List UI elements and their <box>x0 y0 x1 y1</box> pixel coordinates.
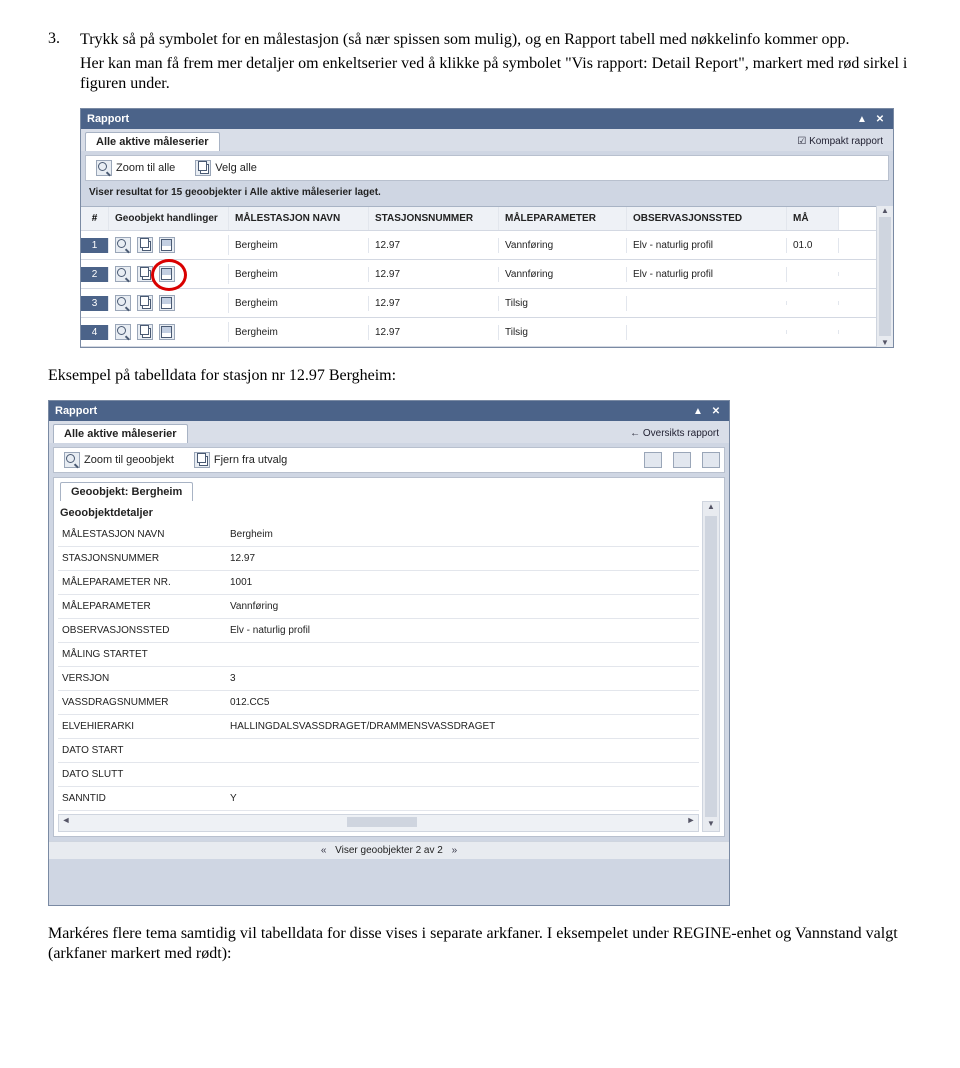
row-index: 1 <box>81 238 109 253</box>
red-circle-annotation <box>151 259 187 291</box>
row-actions <box>109 293 229 313</box>
scroll-thumb[interactable] <box>347 817 417 827</box>
collapse-icon[interactable]: ▲ <box>855 112 869 126</box>
pager-status: Viser geoobjekter 2 av 2 <box>335 845 443 856</box>
col-name[interactable]: MÅLESTASJON NAVN <box>229 207 369 230</box>
remove-icon <box>194 452 210 468</box>
table-row[interactable]: 1 Bergheim 12.97 Vannføring Elv - naturl… <box>81 231 876 260</box>
zoom-icon[interactable] <box>115 237 131 253</box>
select-icon[interactable] <box>137 324 153 340</box>
pager-prev[interactable]: « <box>315 845 333 856</box>
inner-tab-geoobjekt[interactable]: Geoobjekt: Bergheim <box>60 482 193 501</box>
row-actions <box>109 322 229 342</box>
col-actions[interactable]: Geoobjekt handlinger <box>109 207 229 230</box>
row-index: 2 <box>81 267 109 282</box>
section-title: Geoobjektdetaljer <box>58 501 699 523</box>
select-all-button[interactable]: Velg alle <box>189 159 263 177</box>
tab-alle-aktive[interactable]: Alle aktive måleserier <box>53 424 188 443</box>
arrow-left-icon: ← <box>630 428 643 439</box>
check-icon: ☑ <box>797 136 809 147</box>
kv-row: OBSERVASJONSSTEDElv - naturlig profil <box>58 619 699 643</box>
close-icon[interactable]: ✕ <box>709 404 723 418</box>
kv-row: VASSDRAGSNUMMER012.CC5 <box>58 691 699 715</box>
collapse-icon[interactable]: ▲ <box>691 404 705 418</box>
kv-row: ELVEHIERARKIHALLINGDALSVASSDRAGET/DRAMME… <box>58 715 699 739</box>
magnifier-icon <box>96 160 112 176</box>
table-row[interactable]: 3 Bergheim 12.97 Tilsig <box>81 289 876 318</box>
vertical-scrollbar[interactable]: ▲ ▼ <box>702 501 720 832</box>
kv-row: MÅLEPARAMETERVannføring <box>58 595 699 619</box>
scroll-right-icon[interactable]: ► <box>684 815 698 829</box>
col-last[interactable]: MÅ <box>787 207 839 230</box>
zoom-icon[interactable] <box>115 266 131 282</box>
panel-title: Rapport <box>87 113 129 125</box>
magnifier-icon <box>64 452 80 468</box>
mid-text: Eksempel på tabelldata for stasjon nr 12… <box>48 366 912 386</box>
oversikt-rapport-link[interactable]: ← Oversikts rapport <box>630 428 725 439</box>
select-icon <box>195 160 211 176</box>
row-index: 4 <box>81 325 109 340</box>
kv-row: MÅLEPARAMETER NR.1001 <box>58 571 699 595</box>
scroll-up-icon[interactable]: ▲ <box>707 502 715 514</box>
kv-row: STASJONSNUMMER12.97 <box>58 547 699 571</box>
remove-from-selection-button[interactable]: Fjern fra utvalg <box>188 451 293 469</box>
pager-bar: « Viser geoobjekter 2 av 2 » <box>49 841 729 859</box>
kv-row: DATO SLUTT <box>58 763 699 787</box>
select-icon[interactable] <box>137 295 153 311</box>
pager-next[interactable]: » <box>446 845 464 856</box>
horizontal-scrollbar[interactable]: ◄ ► <box>58 814 699 832</box>
view-button-1[interactable] <box>644 452 662 468</box>
scroll-left-icon[interactable]: ◄ <box>59 815 73 829</box>
col-index[interactable]: # <box>81 207 109 230</box>
zoom-icon[interactable] <box>115 295 131 311</box>
grid-header-row: # Geoobjekt handlinger MÅLESTASJON NAVN … <box>81 207 876 231</box>
col-param[interactable]: MÅLEPARAMETER <box>499 207 627 230</box>
col-obs[interactable]: OBSERVASJONSSTED <box>627 207 787 230</box>
step-3-text: Trykk så på symbolet for en målestasjon … <box>80 30 850 50</box>
kv-row: MÅLESTASJON NAVNBergheim <box>58 523 699 547</box>
tab-alle-aktive[interactable]: Alle aktive måleserier <box>85 132 220 151</box>
detail-report-icon[interactable] <box>159 237 175 253</box>
panel-header: Rapport ▲ ✕ <box>49 401 729 421</box>
kv-row: MÅLING STARTET <box>58 643 699 667</box>
table-row[interactable]: 4 Bergheim 12.97 Tilsig <box>81 318 876 347</box>
scroll-thumb[interactable] <box>705 516 717 817</box>
kv-row: DATO START <box>58 739 699 763</box>
panel-header: Rapport ▲ ✕ <box>81 109 893 129</box>
scroll-down-icon[interactable]: ▼ <box>881 338 889 347</box>
report-panel-overview: Rapport ▲ ✕ Alle aktive måleserier ☑ Kom… <box>80 108 894 348</box>
view-button-2[interactable] <box>673 452 691 468</box>
kv-row: VERSJON3 <box>58 667 699 691</box>
report-panel-detail: Rapport ▲ ✕ Alle aktive måleserier ← Ove… <box>48 400 730 906</box>
view-button-3[interactable] <box>702 452 720 468</box>
row-index: 3 <box>81 296 109 311</box>
tab-bar: Alle aktive måleserier ← Oversikts rappo… <box>49 421 729 443</box>
scroll-up-icon[interactable]: ▲ <box>881 206 889 215</box>
scroll-down-icon[interactable]: ▼ <box>707 819 715 831</box>
select-icon[interactable] <box>137 237 153 253</box>
table-row[interactable]: 2 Bergheim 12.97 Vannføring Elv - naturl… <box>81 260 876 289</box>
kompakt-rapport-link[interactable]: ☑ Kompakt rapport <box>797 136 889 147</box>
tab-bar: Alle aktive måleserier ☑ Kompakt rapport <box>81 129 893 151</box>
close-icon[interactable]: ✕ <box>873 112 887 126</box>
col-number[interactable]: STASJONSNUMMER <box>369 207 499 230</box>
zoom-icon[interactable] <box>115 324 131 340</box>
result-status: Viser resultat for 15 geoobjekter i Alle… <box>81 185 893 206</box>
zoom-all-button[interactable]: Zoom til alle <box>90 159 181 177</box>
list-number: 3. <box>48 30 80 50</box>
vertical-scrollbar[interactable]: ▲ ▼ <box>876 206 893 347</box>
scroll-thumb[interactable] <box>879 217 891 336</box>
zoom-geoobject-button[interactable]: Zoom til geoobjekt <box>58 451 180 469</box>
row-actions <box>109 235 229 255</box>
step-3b-text: Her kan man få frem mer detaljer om enke… <box>48 54 912 94</box>
panel-title: Rapport <box>55 405 97 417</box>
detail-report-icon[interactable] <box>159 324 175 340</box>
detail-report-icon[interactable] <box>159 295 175 311</box>
end-text: Markéres flere tema samtidig vil tabelld… <box>48 924 912 964</box>
toolbar: Zoom til geoobjekt Fjern fra utvalg <box>53 447 725 473</box>
kv-row: SANNTIDY <box>58 787 699 811</box>
toolbar: Zoom til alle Velg alle <box>85 155 889 181</box>
